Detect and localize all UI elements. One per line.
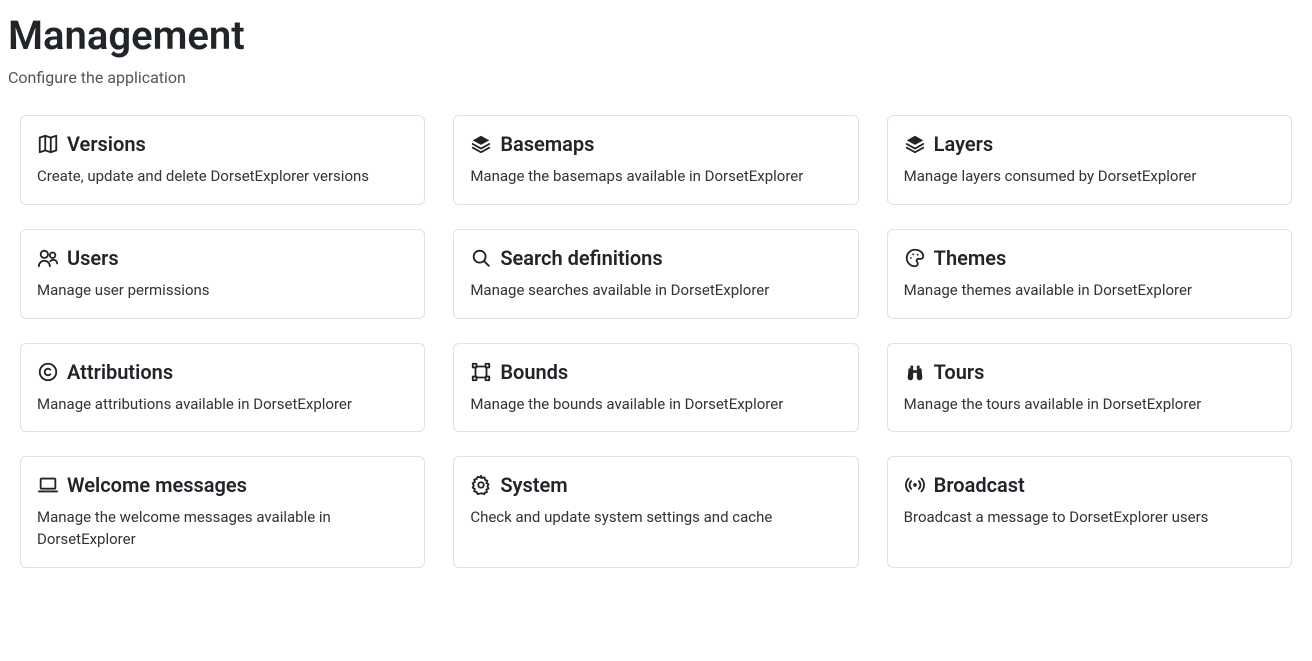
card-description: Check and update system settings and cac… xyxy=(470,507,841,529)
users-icon xyxy=(37,247,59,269)
copyright-icon xyxy=(37,361,59,383)
card-title: Search definitions xyxy=(500,246,662,270)
card-description: Manage the basemaps available in DorsetE… xyxy=(470,166,841,188)
card-title: Themes xyxy=(934,246,1007,270)
broadcast-icon xyxy=(904,474,926,496)
card-title: Welcome messages xyxy=(67,473,247,497)
card-title: System xyxy=(500,473,567,497)
card-description: Manage layers consumed by DorsetExplorer xyxy=(904,166,1275,188)
layers-icon xyxy=(470,133,492,155)
card-broadcast[interactable]: Broadcast Broadcast a message to DorsetEx… xyxy=(887,456,1292,568)
card-description: Manage searches available in DorsetExplo… xyxy=(470,280,841,302)
card-title: Tours xyxy=(934,360,985,384)
card-title: Attributions xyxy=(67,360,173,384)
card-title: Layers xyxy=(934,132,993,156)
card-description: Create, update and delete DorsetExplorer… xyxy=(37,166,408,188)
palette-icon xyxy=(904,247,926,269)
card-welcome-messages[interactable]: Welcome messages Manage the welcome messa… xyxy=(20,456,425,568)
card-title: Broadcast xyxy=(934,473,1025,497)
card-layers[interactable]: Layers Manage layers consumed by DorsetEx… xyxy=(887,115,1292,205)
page-subtitle: Configure the application xyxy=(8,68,1304,87)
card-tours[interactable]: Tours Manage the tours available in Dorse… xyxy=(887,343,1292,433)
page-title: Management xyxy=(8,12,1304,60)
card-description: Manage the bounds available in DorsetExp… xyxy=(470,394,841,416)
card-system[interactable]: System Check and update system settings a… xyxy=(453,456,858,568)
card-attributions[interactable]: Attributions Manage attributions availabl… xyxy=(20,343,425,433)
card-description: Manage the tours available in DorsetExpl… xyxy=(904,394,1275,416)
card-bounds[interactable]: Bounds Manage the bounds available in Dor… xyxy=(453,343,858,433)
card-description: Manage the welcome messages available in… xyxy=(37,507,408,551)
card-themes[interactable]: Themes Manage themes available in DorsetE… xyxy=(887,229,1292,319)
layers-icon xyxy=(904,133,926,155)
card-basemaps[interactable]: Basemaps Manage the basemaps available in… xyxy=(453,115,858,205)
card-description: Manage attributions available in DorsetE… xyxy=(37,394,408,416)
card-description: Manage user permissions xyxy=(37,280,408,302)
binoculars-icon xyxy=(904,361,926,383)
card-versions[interactable]: Versions Create, update and delete Dorset… xyxy=(20,115,425,205)
card-users[interactable]: Users Manage user permissions xyxy=(20,229,425,319)
gear-icon xyxy=(470,474,492,496)
card-title: Bounds xyxy=(500,360,568,384)
card-description: Broadcast a message to DorsetExplorer us… xyxy=(904,507,1275,529)
card-title: Basemaps xyxy=(500,132,594,156)
card-search-definitions[interactable]: Search definitions Manage searches availa… xyxy=(453,229,858,319)
search-icon xyxy=(470,247,492,269)
bounds-icon xyxy=(470,361,492,383)
card-title: Users xyxy=(67,246,119,270)
laptop-icon xyxy=(37,474,59,496)
card-title: Versions xyxy=(67,132,146,156)
cards-grid: Versions Create, update and delete Dorset… xyxy=(8,115,1304,568)
card-description: Manage themes available in DorsetExplore… xyxy=(904,280,1275,302)
map-icon xyxy=(37,133,59,155)
